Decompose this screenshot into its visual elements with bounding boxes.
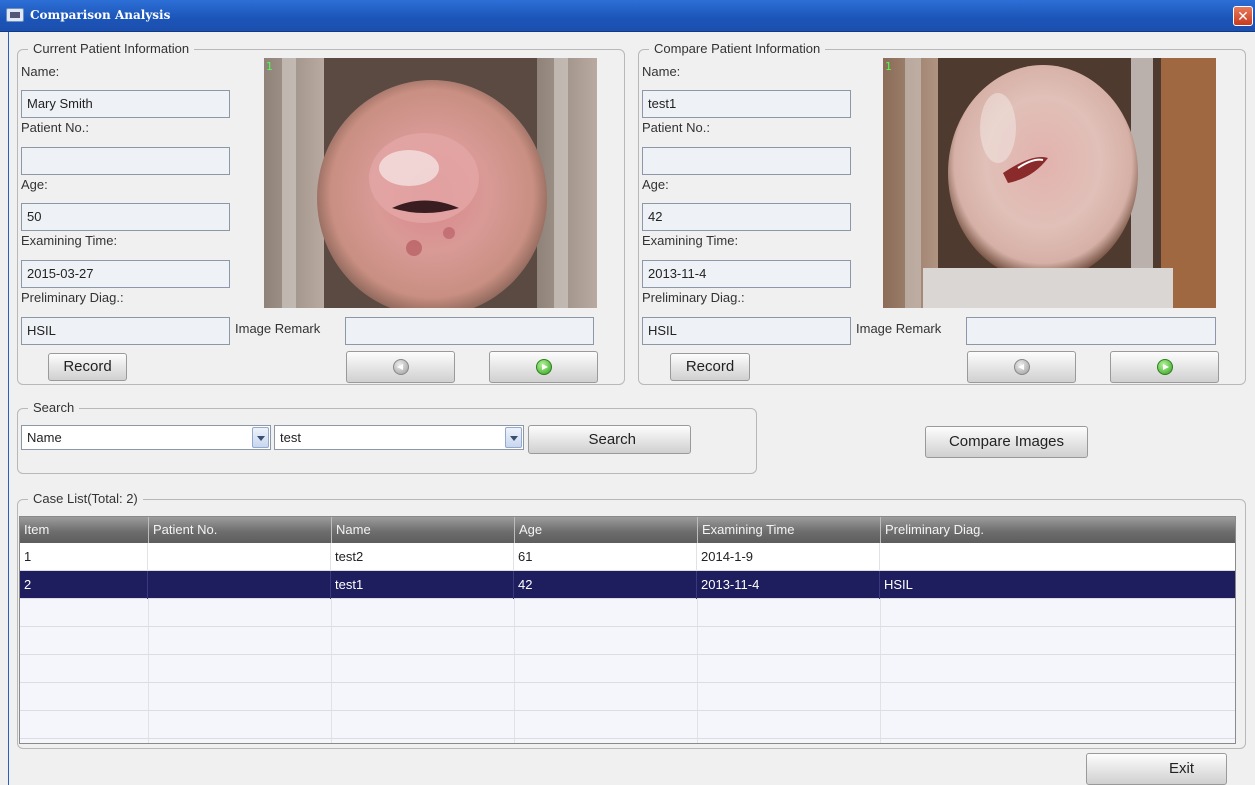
case-table: Item Patient No. Name Age Examining Time… bbox=[19, 516, 1236, 744]
cell-name: test2 bbox=[331, 543, 514, 571]
column-header-diag[interactable]: Preliminary Diag. bbox=[880, 517, 1235, 543]
cell-diag bbox=[880, 543, 1235, 571]
compare-patient-no-field[interactable] bbox=[642, 147, 851, 175]
cell-item: 2 bbox=[20, 571, 148, 599]
current-prev-image-button[interactable] bbox=[346, 351, 455, 383]
cell-exam-time: 2013-11-4 bbox=[697, 571, 880, 599]
table-header: Item Patient No. Name Age Examining Time… bbox=[20, 517, 1235, 543]
close-icon[interactable]: ✕ bbox=[1233, 6, 1253, 26]
current-exam-time-field[interactable]: 2015-03-27 bbox=[21, 260, 230, 288]
compare-name-field[interactable]: test1 bbox=[642, 90, 851, 118]
prev-arrow-icon bbox=[392, 359, 409, 376]
column-header-exam-time[interactable]: Examining Time bbox=[697, 517, 880, 543]
cell-name: test1 bbox=[331, 571, 514, 599]
dropdown-arrow-icon[interactable] bbox=[505, 427, 522, 448]
search-field-value: Name bbox=[27, 430, 62, 445]
table-row-selected[interactable]: 2 test1 42 2013-11-4 HSIL bbox=[20, 571, 1235, 599]
cell-exam-time: 2014-1-9 bbox=[697, 543, 880, 571]
compare-age-label: Age: bbox=[642, 177, 669, 192]
current-next-image-button[interactable] bbox=[489, 351, 598, 383]
compare-colposcopy-image[interactable]: 1 bbox=[883, 58, 1216, 308]
compare-name-label: Name: bbox=[642, 64, 681, 79]
cell-patient-no bbox=[148, 571, 331, 599]
current-image-index: 1 bbox=[266, 60, 273, 73]
current-age-label: Age: bbox=[21, 177, 48, 192]
cell-item: 1 bbox=[20, 543, 148, 571]
compare-prev-image-button[interactable] bbox=[967, 351, 1076, 383]
column-header-age[interactable]: Age bbox=[514, 517, 697, 543]
current-name-label: Name: bbox=[21, 64, 60, 79]
empty-row bbox=[20, 627, 1235, 655]
compare-image-remark-field[interactable] bbox=[966, 317, 1216, 345]
compare-images-button[interactable]: Compare Images bbox=[925, 426, 1088, 458]
search-field-select[interactable]: Name bbox=[21, 425, 271, 450]
empty-row bbox=[20, 683, 1235, 711]
compare-record-button[interactable]: Record bbox=[670, 353, 750, 381]
current-patient-no-label: Patient No.: bbox=[21, 120, 89, 135]
current-colposcopy-image[interactable]: 1 bbox=[264, 58, 597, 308]
case-list-legend: Case List(Total: 2) bbox=[28, 491, 143, 507]
search-button[interactable]: Search bbox=[528, 425, 691, 454]
column-header-item[interactable]: Item bbox=[20, 517, 148, 543]
cell-age: 61 bbox=[514, 543, 697, 571]
compare-image-remark-label: Image Remark bbox=[856, 321, 942, 336]
empty-row bbox=[20, 655, 1235, 683]
compare-diag-label: Preliminary Diag.: bbox=[642, 290, 745, 305]
cell-diag: HSIL bbox=[884, 577, 913, 592]
current-name-field[interactable]: Mary Smith bbox=[21, 90, 230, 118]
compare-exam-time-label: Examining Time: bbox=[642, 233, 739, 248]
table-row[interactable]: 1 test2 61 2014-1-9 bbox=[20, 543, 1235, 571]
current-image-drawing bbox=[264, 58, 597, 308]
current-age-field[interactable]: 50 bbox=[21, 203, 230, 231]
compare-image-index: 1 bbox=[885, 60, 892, 73]
prev-arrow-icon bbox=[1013, 359, 1030, 376]
search-query-combo[interactable]: test bbox=[274, 425, 524, 450]
cell-age: 42 bbox=[514, 571, 697, 599]
empty-row bbox=[20, 599, 1235, 627]
current-exam-time-label: Examining Time: bbox=[21, 233, 118, 248]
dropdown-arrow-icon[interactable] bbox=[252, 427, 269, 448]
compare-patient-legend: Compare Patient Information bbox=[649, 41, 826, 57]
column-header-patient-no[interactable]: Patient No. bbox=[148, 517, 331, 543]
window-title: Comparison Analysis bbox=[30, 8, 171, 22]
current-image-remark-label: Image Remark bbox=[235, 321, 321, 336]
current-image-remark-field[interactable] bbox=[345, 317, 594, 345]
current-record-button[interactable]: Record bbox=[48, 353, 127, 381]
compare-patient-no-label: Patient No.: bbox=[642, 120, 710, 135]
exit-button[interactable]: Exit bbox=[1086, 753, 1227, 785]
cell-patient-no bbox=[148, 543, 331, 571]
current-patient-no-field[interactable] bbox=[21, 147, 230, 175]
compare-image-drawing bbox=[883, 58, 1216, 308]
app-icon bbox=[6, 8, 24, 22]
compare-age-field[interactable]: 42 bbox=[642, 203, 851, 231]
next-arrow-icon bbox=[535, 359, 552, 376]
column-header-name[interactable]: Name bbox=[331, 517, 514, 543]
search-query-value: test bbox=[280, 430, 301, 445]
compare-diag-field[interactable]: HSIL bbox=[642, 317, 851, 345]
next-arrow-icon bbox=[1156, 359, 1173, 376]
comparison-window: Current Patient Information Name: Mary S… bbox=[8, 32, 1247, 785]
compare-next-image-button[interactable] bbox=[1110, 351, 1219, 383]
current-diag-label: Preliminary Diag.: bbox=[21, 290, 124, 305]
title-bar: Comparison Analysis ✕ bbox=[0, 0, 1255, 32]
compare-exam-time-field[interactable]: 2013-11-4 bbox=[642, 260, 851, 288]
search-legend: Search bbox=[28, 400, 80, 416]
current-diag-field[interactable]: HSIL bbox=[21, 317, 230, 345]
current-patient-legend: Current Patient Information bbox=[28, 41, 195, 57]
empty-row bbox=[20, 711, 1235, 739]
